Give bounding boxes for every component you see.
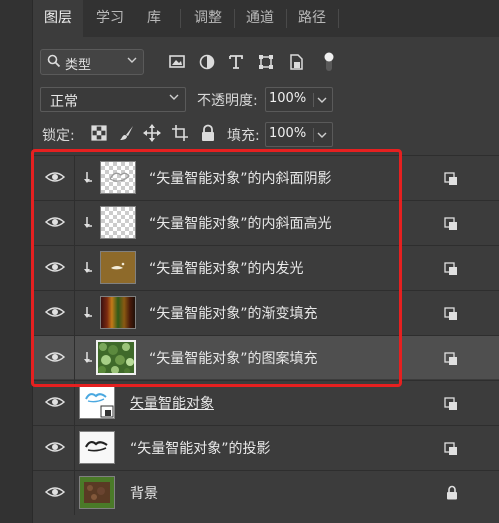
tab-paths[interactable]: 路径: [287, 0, 337, 37]
layer-thumbnail[interactable]: [79, 431, 115, 464]
clipping-mask-arrow-icon: [84, 172, 92, 183]
smart-object-badge-icon: [444, 172, 457, 185]
row-divider: [74, 291, 75, 335]
left-toolbar-strip: [0, 0, 33, 523]
fill-field[interactable]: 100%: [265, 122, 333, 147]
lock-all-icon[interactable]: [199, 124, 217, 142]
inner-shadow-thumbnail-graphic: [109, 172, 130, 182]
layer-row[interactable]: “矢量智能对象”的内发光: [33, 245, 499, 290]
visibility-eye-icon[interactable]: [45, 259, 65, 275]
grass-background-thumbnail-graphic: [84, 482, 110, 503]
tab-adjustments[interactable]: 调整: [183, 0, 233, 37]
layer-row[interactable]: “矢量智能对象”的内斜面高光: [33, 200, 499, 245]
blend-mode-value: 正常: [50, 94, 78, 110]
row-divider: [74, 201, 75, 245]
row-divider: [74, 156, 75, 200]
layer-row[interactable]: “矢量智能对象”的渐变填充: [33, 290, 499, 335]
opacity-dropdown-button[interactable]: [313, 93, 330, 107]
clipping-mask-arrow-icon: [84, 307, 92, 318]
layer-name[interactable]: “矢量智能对象”的内发光: [149, 258, 304, 278]
layer-thumbnail[interactable]: [100, 251, 136, 284]
tab-separator: [180, 9, 181, 28]
search-icon: [47, 54, 61, 68]
layer-name[interactable]: “矢量智能对象”的投影: [130, 438, 271, 458]
layer-name[interactable]: “矢量智能对象”的图案填充: [149, 348, 318, 368]
visibility-eye-icon[interactable]: [45, 394, 65, 410]
smart-object-badge-icon: [444, 397, 457, 410]
chevron-down-icon: [317, 132, 327, 138]
inner-glow-thumbnail-graphic: [111, 262, 125, 270]
smart-object-badge-icon: [444, 442, 457, 455]
layer-thumbnail[interactable]: [79, 386, 115, 419]
layer-name[interactable]: “矢量智能对象”的内斜面高光: [149, 213, 332, 233]
opacity-label: 不透明度:: [197, 93, 258, 109]
opacity-value: 100%: [269, 91, 307, 106]
row-divider: [74, 471, 75, 515]
layer-thumbnail[interactable]: [100, 206, 136, 239]
layer-name[interactable]: 矢量智能对象: [130, 393, 214, 413]
layer-row-selected[interactable]: “矢量智能对象”的图案填充: [33, 335, 499, 380]
visibility-eye-icon[interactable]: [45, 169, 65, 185]
visibility-eye-icon[interactable]: [45, 439, 65, 455]
shape-filter-icon[interactable]: [256, 52, 276, 72]
tab-libraries[interactable]: 库: [135, 0, 173, 37]
layer-name[interactable]: 背景: [130, 483, 158, 503]
clipping-mask-arrow-icon: [84, 262, 92, 273]
panel-tabs: 图层 学习 库 调整 通道 路径: [33, 0, 499, 37]
smart-object-badge-icon: [444, 307, 457, 320]
smart-object-badge-icon: [444, 352, 457, 365]
layer-name[interactable]: “矢量智能对象”的内斜面阴影: [149, 168, 332, 188]
layer-thumbnail[interactable]: [79, 476, 115, 509]
layer-thumbnail[interactable]: [96, 340, 136, 375]
row-divider: [74, 336, 75, 380]
adjustment-filter-icon[interactable]: [197, 52, 217, 72]
tab-layers[interactable]: 图层: [33, 0, 83, 37]
visibility-eye-icon[interactable]: [45, 349, 65, 365]
filter-toggle-switch[interactable]: [324, 52, 334, 72]
opacity-field[interactable]: 100%: [265, 87, 333, 112]
layer-row[interactable]: 矢量智能对象: [33, 380, 499, 425]
drop-shadow-thumbnail-graphic: [85, 440, 108, 452]
row-divider: [74, 246, 75, 290]
layer-row[interactable]: “矢量智能对象”的投影: [33, 425, 499, 470]
layer-name[interactable]: “矢量智能对象”的渐变填充: [149, 303, 318, 323]
layer-lock-icon[interactable]: [446, 485, 458, 500]
layer-thumbnail[interactable]: [100, 161, 136, 194]
tab-channels[interactable]: 通道: [235, 0, 285, 37]
visibility-eye-icon[interactable]: [45, 484, 65, 500]
image-filter-icon[interactable]: [167, 52, 187, 72]
fill-label: 填充:: [227, 128, 260, 144]
chevron-down-icon: [169, 94, 179, 100]
smart-object-badge-icon: [444, 217, 457, 230]
visibility-eye-icon[interactable]: [45, 214, 65, 230]
fill-dropdown-button[interactable]: [313, 128, 330, 142]
clipping-mask-arrow-icon: [84, 217, 92, 228]
smart-object-thumbnail-graphic: [85, 393, 114, 418]
smart-object-badge-icon: [444, 262, 457, 275]
tab-learn[interactable]: 学习: [85, 0, 135, 37]
filter-type-label: 类型: [65, 58, 92, 73]
blend-mode-dropdown[interactable]: 正常: [40, 87, 186, 112]
layer-thumbnail[interactable]: [100, 296, 136, 329]
fill-value: 100%: [269, 126, 307, 141]
lock-position-move-icon[interactable]: [143, 124, 161, 142]
row-divider: [74, 426, 75, 470]
chevron-down-icon: [127, 57, 137, 63]
layers-panel: 图层 学习 库 调整 通道 路径 类型 正常 不透明度: 100% 锁定: 填充…: [33, 0, 499, 523]
chevron-down-icon: [317, 97, 327, 103]
tab-separator: [338, 9, 339, 28]
leaf-pattern-thumbnail-graphic: [98, 343, 134, 374]
row-divider: [74, 381, 75, 425]
smart-object-filter-icon[interactable]: [286, 52, 306, 72]
layer-row[interactable]: “矢量智能对象”的内斜面阴影: [33, 155, 499, 200]
lock-artboard-icon[interactable]: [171, 124, 189, 142]
lock-transparent-pixels-icon[interactable]: [90, 124, 108, 142]
visibility-eye-icon[interactable]: [45, 304, 65, 320]
lock-label: 锁定:: [42, 128, 75, 144]
lock-image-pixels-brush-icon[interactable]: [118, 124, 136, 142]
layer-row[interactable]: 背景: [33, 470, 499, 515]
layer-filter-dropdown[interactable]: 类型: [40, 49, 144, 75]
clipping-mask-arrow-icon: [84, 352, 92, 363]
type-filter-icon[interactable]: [226, 52, 246, 72]
